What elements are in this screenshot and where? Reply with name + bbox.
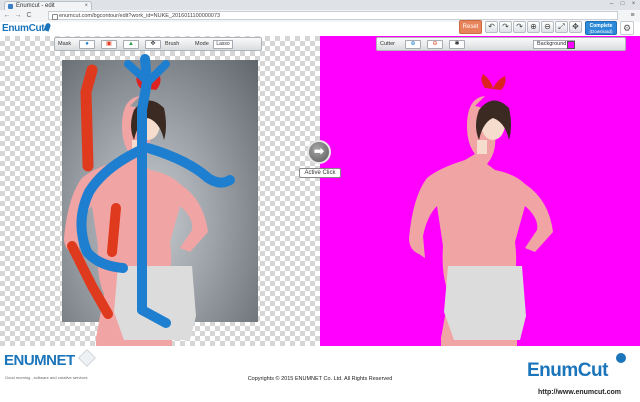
redo-button[interactable]: ↷ [499,21,512,33]
reset-button[interactable]: Reset [459,20,482,34]
brush-label: Brush [165,41,180,47]
favicon-icon [8,4,13,9]
mode-select[interactable]: Lasso [213,40,233,49]
copyright-text: Copyrights © 2015 ENUMNET Co. Ltd. All R… [247,376,393,382]
pen-logo-icon [616,353,626,363]
back-button[interactable]: ← [3,11,11,20]
cutter-toolbar: Cutter ⊕ ⊖ ✱ Background [376,37,626,51]
enumcut-logo[interactable]: EnumCut [2,22,52,34]
website-link[interactable]: http://www.enumcut.com [538,389,621,396]
cutter-label: Cutter [380,41,395,47]
close-window-button[interactable]: × [629,0,638,8]
redo-all-button[interactable]: ↷ [513,21,526,33]
cutout-result-figure [409,74,553,346]
settings-gear-icon[interactable]: ⚙ [620,21,634,35]
background-color-swatch[interactable] [567,41,575,49]
undo-button[interactable]: ↶ [485,21,498,33]
url-field[interactable]: enumcut.com/bgcontour/edit?work_id=NUKE_… [48,11,618,20]
adjust-icon[interactable]: ✱ [449,40,465,49]
fit-screen-button[interactable]: ⤢ [555,21,568,33]
reload-button[interactable]: C [25,11,33,20]
url-text: enumcut.com/bgcontour/edit?work_id=NUKE_… [59,13,221,19]
background-brush-icon[interactable]: ▣ [101,40,117,49]
brush-size-icon[interactable]: ✥ [145,40,161,49]
minimize-button[interactable]: – [607,0,616,8]
mask-toolbar: Mask ● ▣ ▲ ✥ Brush Mode Lasso [54,37,262,51]
add-region-icon[interactable]: ⊕ [405,40,421,49]
background-stroke-2 [107,203,121,257]
eraser-icon[interactable]: ▲ [123,40,139,49]
maximize-button[interactable]: □ [618,0,627,8]
enumcut-footer-logo[interactable]: EnumCut [527,360,608,382]
mode-label: Mode [195,41,209,47]
zoom-in-button[interactable]: ⊕ [527,21,540,33]
enumnet-tagline: Good morning , software and creative ser… [5,375,88,380]
remove-region-icon[interactable]: ⊖ [427,40,443,49]
background-stroke-1 [80,64,98,172]
page-icon [52,14,58,20]
active-click-arrow-button[interactable]: ➡ [307,140,331,164]
foreground-person-icon[interactable]: ● [79,40,95,49]
browser-menu-icon[interactable]: ≡ [628,11,637,20]
forward-button[interactable]: → [14,11,22,20]
window-controls: – □ × [607,0,638,9]
browser-tab-bar [0,0,640,10]
download-label: (Download) [589,29,613,34]
mask-label: Mask [58,41,72,47]
pan-button[interactable]: ✥ [569,21,582,33]
original-image-with-strokes[interactable] [0,36,320,346]
enumnet-logo[interactable]: ENUMNET [4,352,75,369]
zoom-out-button[interactable]: ⊖ [541,21,554,33]
active-click-label[interactable]: Active Click [299,168,341,178]
complete-download-button[interactable]: Complete (Download) [585,21,617,35]
logo-text: EnumCut [2,23,45,34]
